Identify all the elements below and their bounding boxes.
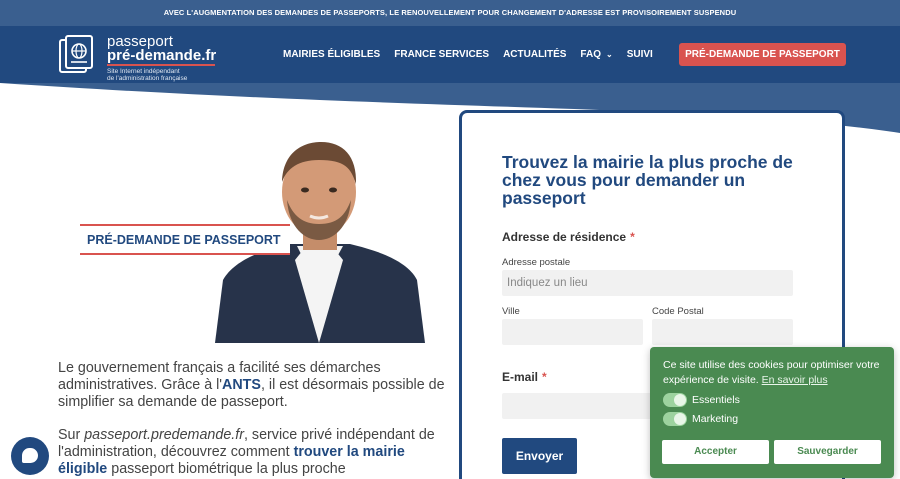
logo-tagline-1: Site Internet indépendant	[107, 68, 180, 75]
nav-faq[interactable]: FAQ ⌄	[580, 49, 612, 60]
toggle-marketing[interactable]	[663, 412, 687, 426]
cookie-message: Ce site utilise des cookies pour optimis…	[663, 358, 883, 388]
toggle-knob	[674, 394, 686, 406]
logo-line-2: pré-demande.fr	[107, 47, 217, 64]
hero-badge-text: PRÉ-DEMANDE DE PASSEPORT	[87, 233, 281, 247]
zip-input[interactable]	[652, 319, 793, 345]
toggle-label: Marketing	[692, 413, 739, 425]
chevron-down-icon: ⌄	[605, 50, 613, 59]
nav-france-services[interactable]: FRANCE SERVICES	[394, 49, 489, 60]
intro-italic: passeport.predemande.fr	[84, 427, 244, 443]
city-input[interactable]	[502, 319, 643, 345]
toggle-label: Essentiels	[692, 394, 740, 406]
cookie-accept-button[interactable]: Accepter	[662, 440, 769, 464]
required-mark: *	[542, 370, 547, 384]
logo-tagline-2: de l'administration française	[107, 75, 188, 83]
chat-button[interactable]	[11, 437, 49, 475]
intro-bold: ANTS	[222, 377, 261, 393]
toggle-essentiels[interactable]	[663, 393, 687, 407]
passport-icon	[59, 35, 93, 73]
nav-mairies-eligibles[interactable]: MAIRIES ÉLIGIBLES	[283, 49, 380, 60]
hero-badge: PRÉ-DEMANDE DE PASSEPORT	[80, 224, 290, 255]
address-section-label: Adresse de résidence *	[502, 230, 635, 244]
submit-button[interactable]: Envoyer	[502, 438, 577, 474]
site-header: passeport pré-demande.fr Site Internet i…	[0, 26, 900, 83]
zip-label: Code Postal	[652, 306, 704, 317]
city-label: Ville	[502, 306, 520, 317]
email-section-label: E-mail *	[502, 370, 547, 384]
nav-suivi[interactable]: SUIVI	[627, 49, 653, 60]
nav-label: ACTUALITÉS	[503, 49, 567, 60]
intro-text: Sur	[58, 427, 85, 443]
intro-paragraph-1: Le gouvernement français a facilité ses …	[58, 360, 448, 411]
required-mark: *	[630, 230, 635, 244]
cookie-save-button[interactable]: Sauvegarder	[774, 440, 881, 464]
intro-paragraph-2: Sur passeport.predemande.fr, service pri…	[58, 427, 448, 478]
logo-underline	[107, 64, 215, 66]
nav-label: FRANCE SERVICES	[394, 49, 490, 60]
toggle-essentiels-row: Essentiels	[663, 393, 740, 407]
section-label-text: Adresse de résidence	[502, 230, 627, 244]
pre-demande-button[interactable]: PRÉ-DEMANDE DE PASSEPORT	[679, 43, 846, 66]
postal-address-label: Adresse postale	[502, 257, 571, 268]
toggle-marketing-row: Marketing	[663, 412, 738, 426]
nav-label: SUIVI	[626, 49, 653, 60]
toggle-knob	[674, 413, 686, 425]
announcement-bar: AVEC L'AUGMENTATION DES DEMANDES DE PASS…	[0, 0, 900, 26]
section-label-text: E-mail	[502, 370, 539, 384]
cookie-learn-more-link[interactable]: En savoir plus	[762, 374, 828, 386]
nav-label: MAIRIES ÉLIGIBLES	[283, 49, 381, 60]
site-logo[interactable]: passeport pré-demande.fr Site Internet i…	[57, 34, 216, 82]
form-title: Trouvez la mairie la plus proche de chez…	[502, 152, 793, 208]
chat-bubble-icon	[22, 448, 38, 463]
postal-address-input[interactable]: Indiquez un lieu	[502, 270, 793, 296]
cookie-banner: Ce site utilise des cookies pour optimis…	[650, 347, 894, 478]
nav-actualites[interactable]: ACTUALITÉS	[503, 49, 566, 60]
nav-label: FAQ	[580, 49, 601, 60]
intro-text: passeport biométrique la plus proche	[107, 461, 346, 477]
main-nav: MAIRIES ÉLIGIBLES FRANCE SERVICES ACTUAL…	[283, 26, 667, 83]
